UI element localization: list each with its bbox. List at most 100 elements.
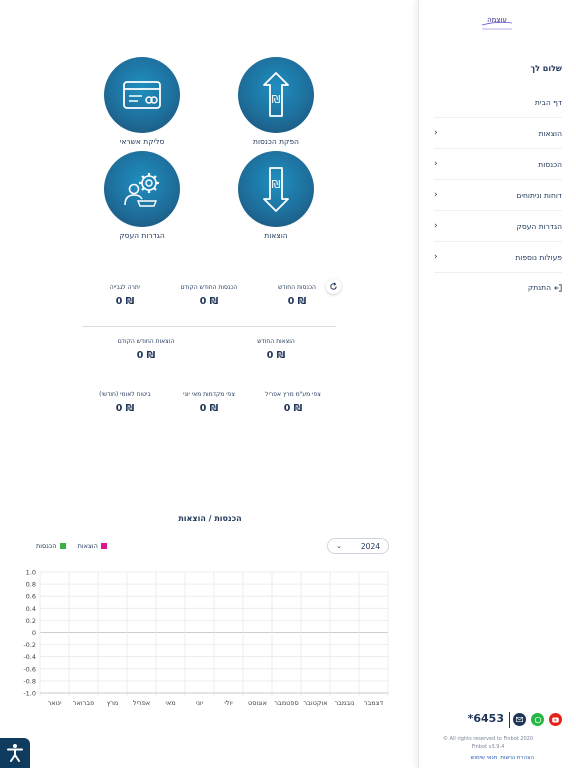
action-circle: ₪ — [238, 57, 314, 133]
stat-expense-prev-month: הוצאות החודש הקודם ₪ 0 — [96, 338, 196, 361]
svg-text:₪: ₪ — [272, 93, 281, 106]
logout-label: התנתק — [527, 283, 551, 292]
stat-expense-month: הוצאות החודש ₪ 0 — [226, 338, 326, 361]
x-tick-label: יולי — [224, 699, 233, 707]
stat-value: ₪ 0 — [136, 350, 156, 361]
stat-national-insurance: ביטוח לאומי (חודשי) ₪ 0 — [75, 391, 175, 414]
stat-value: ₪ 0 — [115, 403, 135, 414]
action-label: הגדרות העסק — [119, 231, 165, 240]
income-arrow-up-shekel-icon: ₪ — [263, 72, 289, 117]
income-expense-chart: 1.0 0.8 0.6 0.4 0.2 0 -0.2 -0.4 -0.6 -0.8 -1.0 ינוא… — [23, 569, 389, 707]
rights-line: All rights reserved to Finbot 2020 © — [442, 736, 534, 742]
nav-item-label: דף הבית — [534, 97, 562, 107]
logout-button[interactable]: התנתק — [528, 283, 562, 292]
legend-item-expenses[interactable]: הוצאות — [78, 542, 107, 550]
stat-value: ₪ 0 — [115, 296, 135, 307]
stat-title: הוצאות החודש הקודם — [117, 338, 175, 345]
legend-label: הכנסות — [36, 542, 57, 550]
y-tick-label: 0.6 — [26, 593, 36, 601]
x-tick-label: פברואר — [73, 699, 94, 707]
chevron-left-icon: ‹ — [434, 221, 438, 231]
nav-item-label: הכנסות — [538, 159, 562, 169]
action-circle: ₪ — [238, 151, 314, 227]
credit-card-icon — [123, 81, 161, 109]
business-settings-action-button[interactable]: הגדרות העסק — [96, 151, 188, 240]
expense-arrow-down-shekel-icon: ₪ — [263, 167, 289, 212]
action-circle — [104, 57, 180, 133]
phone-number[interactable]: 6453* — [468, 712, 504, 725]
chevron-left-icon: ‹ — [434, 159, 438, 169]
logout-icon — [554, 283, 562, 292]
x-tick-label: מאי — [165, 699, 175, 707]
legend-item-income[interactable]: הכנסות — [36, 542, 66, 550]
x-tick-label: יוני — [196, 699, 204, 707]
chevron-left-icon: ‹ — [434, 190, 438, 200]
accessibility-statement-link[interactable]: הצהרת נגישות — [500, 755, 534, 761]
y-tick-label: 0.4 — [26, 605, 36, 613]
x-tick-label: אוקטובר — [303, 699, 327, 707]
nav-item-business-settings[interactable]: הגדרות העסק ‹ — [434, 211, 562, 242]
legend-swatch — [59, 543, 66, 549]
action-label: סליקת אשראי — [119, 137, 165, 146]
nav-item-label: הגדרות העסק — [516, 221, 562, 231]
youtube-icon[interactable] — [549, 713, 562, 726]
action-label: הוצאות — [264, 231, 288, 240]
stat-income-month: הכנסות החודש ₪ 0 — [247, 284, 347, 307]
x-tick-label: נובמבר — [335, 699, 355, 707]
sidebar-footer: 6453* All rights reserved to Finbot 2020… — [418, 710, 576, 768]
y-tick-label: 0.2 — [26, 617, 36, 625]
x-tick-label: ספטמבר — [274, 699, 298, 707]
nav-item-label: דוחות וניתוחים — [516, 190, 562, 200]
chevron-left-icon: ‹ — [434, 128, 438, 138]
action-circle — [104, 151, 180, 227]
business-settings-gear-icon — [124, 173, 159, 207]
expenses-action-button[interactable]: ₪ הוצאות — [230, 151, 322, 240]
stat-title: הכנסות החודש — [278, 284, 316, 291]
x-tick-label: אוגוסט — [248, 699, 267, 707]
nav-item-expenses[interactable]: הוצאות ‹ — [434, 118, 562, 149]
accessibility-icon — [7, 744, 23, 762]
sidebar: עוצמה שלום לך דף הבית הוצאות ‹ הכנסות ‹ … — [418, 0, 576, 768]
stat-value: ₪ 0 — [287, 296, 307, 307]
accessibility-button[interactable] — [0, 738, 30, 768]
action-label: הפקת הכנסות — [253, 137, 299, 146]
svg-text:₪: ₪ — [272, 178, 281, 191]
x-tick-label: מרץ — [107, 699, 119, 707]
y-tick-label: -0.6 — [23, 665, 36, 673]
whatsapp-icon[interactable] — [531, 713, 544, 726]
terms-link[interactable]: תנאי שימוש — [471, 755, 498, 761]
year-value: 2024 — [360, 541, 380, 551]
credit-clearing-action-button[interactable]: סליקת אשראי — [96, 57, 188, 146]
nav-item-income[interactable]: הכנסות ‹ — [434, 149, 562, 180]
stat-balance-to-collect: יתרה לגבייה ₪ 0 — [75, 284, 175, 307]
logo[interactable]: עוצמה — [478, 14, 516, 34]
x-tick-label: דצמבר — [364, 699, 384, 707]
nav-item-reports[interactable]: דוחות וניתוחים ‹ — [434, 180, 562, 211]
app: עוצמה שלום לך דף הבית הוצאות ‹ הכנסות ‹ … — [0, 0, 576, 768]
y-tick-label: -1.0 — [23, 690, 36, 698]
stat-title: יתרה לגבייה — [109, 284, 141, 291]
nav-item-more-actions[interactable]: פעולות נוספות ‹ — [434, 242, 562, 273]
x-tick-label: אפריל — [133, 699, 150, 707]
copyright: All rights reserved to Finbot 2020 © Fin… — [428, 735, 548, 751]
version-line: Finbot v3.9.4 — [471, 744, 505, 750]
y-tick-label: 0.8 — [26, 581, 36, 589]
chevron-left-icon: ‹ — [434, 252, 438, 262]
divider — [509, 712, 510, 728]
chart-title: הכנסות / הוצאות — [178, 514, 242, 523]
divider — [82, 326, 336, 327]
year-select[interactable]: ⌄ 2024 — [327, 538, 389, 554]
nav-item-label: הוצאות — [538, 128, 562, 138]
greeting: שלום לך — [530, 64, 562, 73]
legend-label: הוצאות — [77, 542, 98, 550]
stat-title: הוצאות החודש — [257, 338, 295, 345]
y-tick-label: -0.2 — [23, 641, 36, 649]
stat-title: ביטוח לאומי (חודשי) — [99, 391, 151, 398]
chart-legend: הוצאות הכנסות — [36, 542, 107, 550]
income-action-button[interactable]: ₪ הפקת הכנסות — [230, 57, 322, 146]
email-icon[interactable] — [513, 713, 526, 726]
chevron-down-icon: ⌄ — [336, 542, 342, 550]
legend-swatch — [100, 543, 107, 549]
nav-item-home[interactable]: דף הבית — [434, 87, 562, 118]
y-tick-label: -0.4 — [23, 653, 36, 661]
